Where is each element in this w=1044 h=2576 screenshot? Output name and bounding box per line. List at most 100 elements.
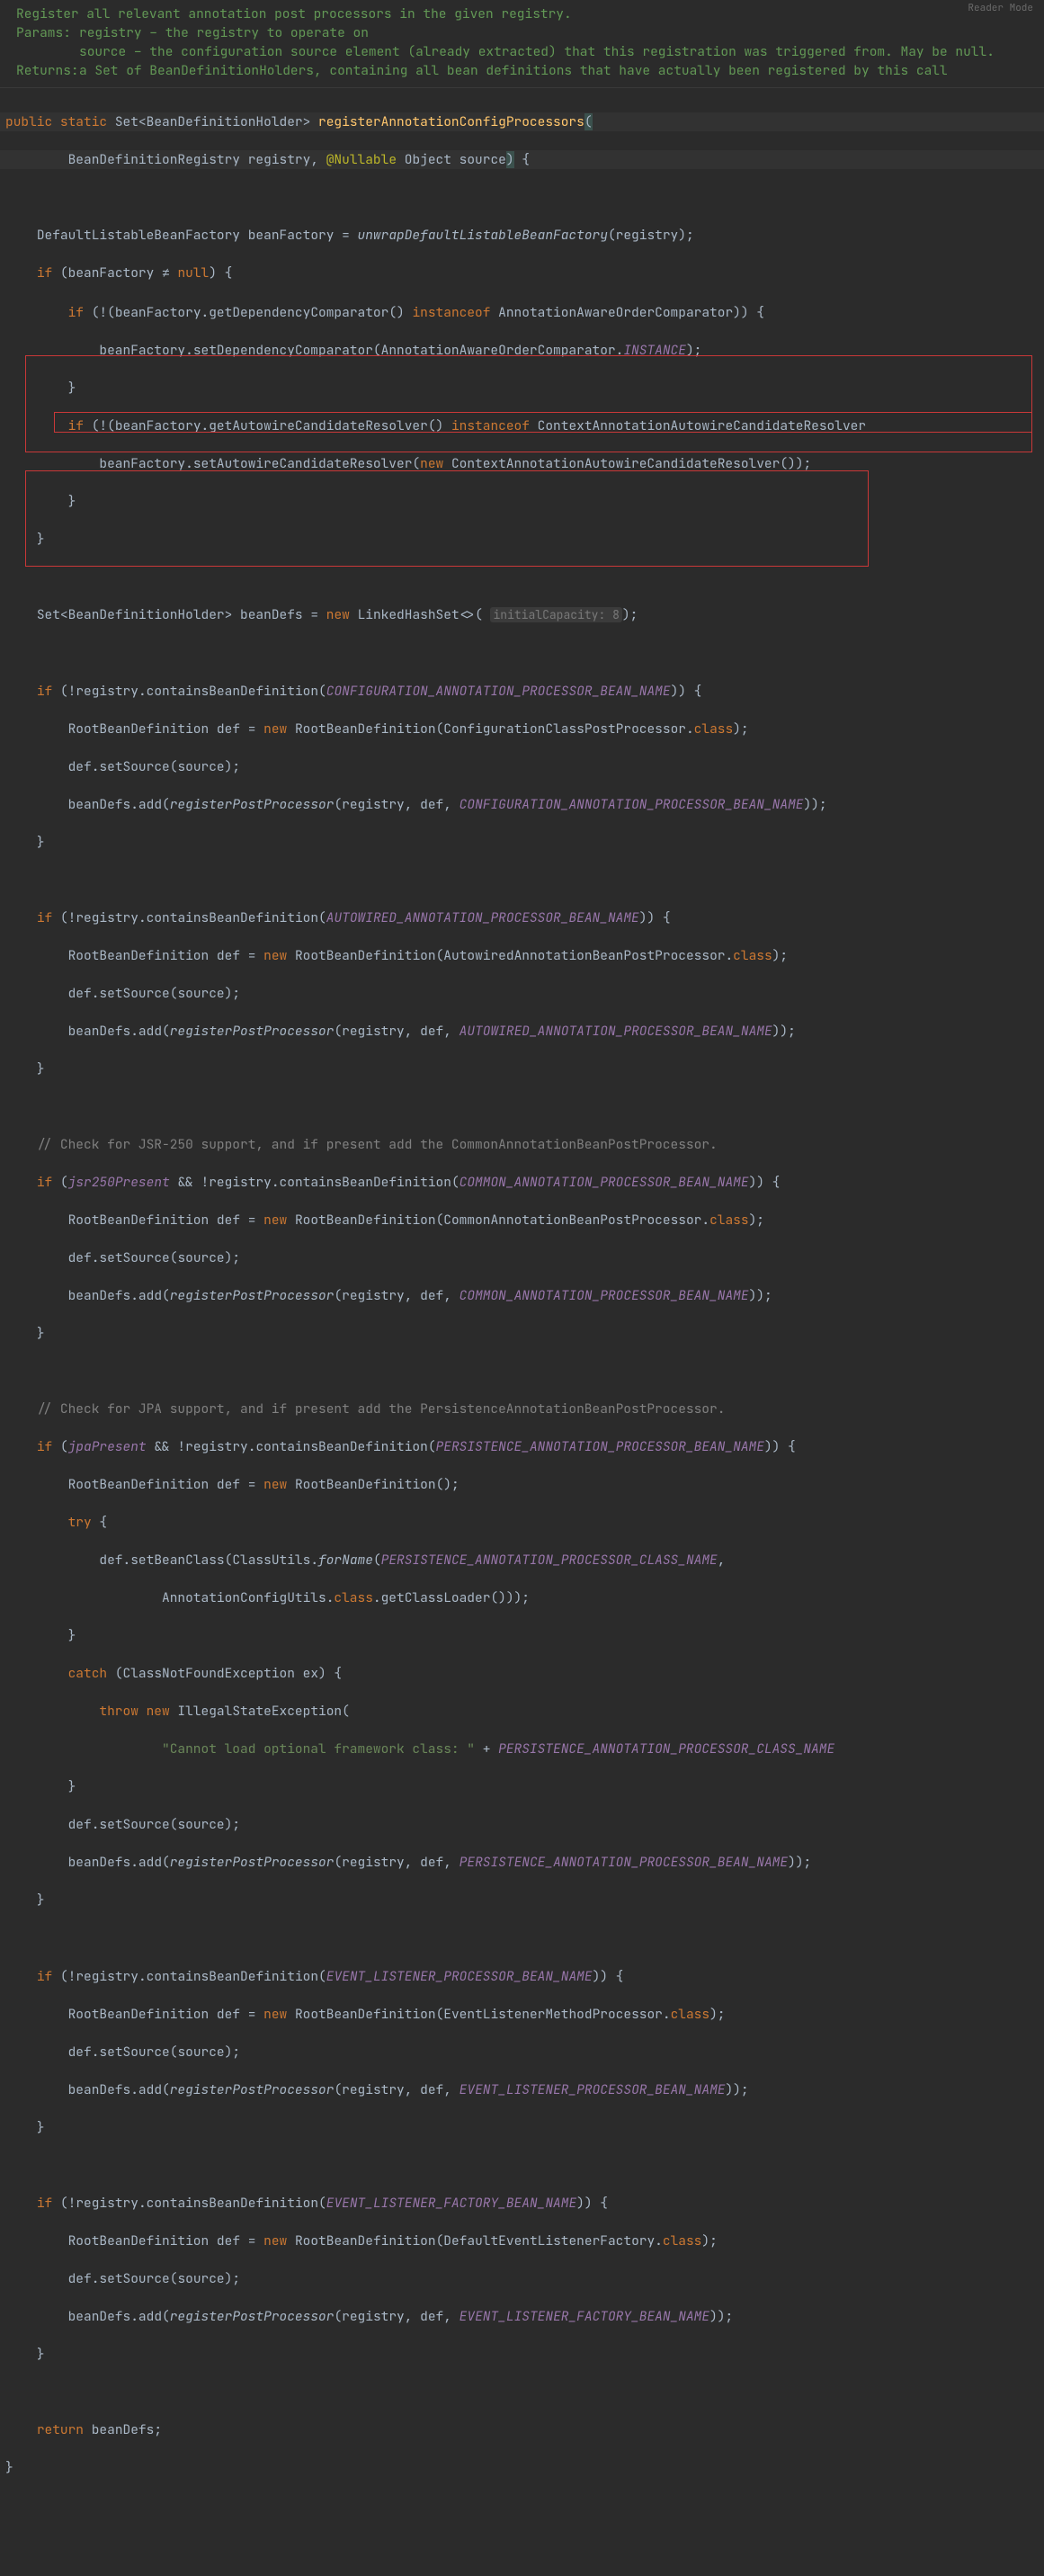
doc-returns-text: a Set of BeanDefinitionHolders, containi… <box>79 61 1028 80</box>
type-set: Set <box>115 113 138 130</box>
ref-bd: beanDefs <box>68 1023 131 1040</box>
type-rbd: RootBeanDefinition <box>68 1212 210 1229</box>
call-ss: setSource <box>99 2270 169 2287</box>
kw-null: null <box>177 264 209 282</box>
call-rpp: registerPostProcessor <box>170 2081 335 2098</box>
kw-new: new <box>326 606 350 623</box>
ref-def: def <box>420 1023 443 1040</box>
kw-if: if <box>37 1174 52 1191</box>
ref-src: source <box>177 2044 224 2061</box>
ref-src: source <box>177 758 224 775</box>
call-add: add <box>138 796 162 813</box>
call-cbd: containsBeanDefinition <box>147 683 318 700</box>
call-sdc: setDependencyComparator <box>193 342 373 359</box>
type-rbd2: RootBeanDefinition <box>295 1476 436 1493</box>
const-common2: COMMON_ANNOTATION_PROCESSOR_BEAN_NAME <box>460 1287 749 1304</box>
ref-src: source <box>177 985 224 1002</box>
type-registry: BeanDefinitionRegistry <box>68 151 240 168</box>
type-elmp: EventListenerMethodProcessor <box>443 2006 663 2023</box>
ref-reg: registry <box>76 909 138 926</box>
var-def: def <box>217 2006 240 2023</box>
call-cbd: containsBeanDefinition <box>255 1438 427 1455</box>
ref-bd: beanDefs <box>68 1854 131 1871</box>
const-common: COMMON_ANNOTATION_PROCESSOR_BEAN_NAME <box>460 1174 749 1191</box>
hint-ic: initialCapacity: <box>493 607 605 622</box>
ref-def: def <box>420 2308 443 2325</box>
type-rbd: RootBeanDefinition <box>68 720 210 738</box>
kw-class: class <box>709 1212 749 1229</box>
kw-throw: throw <box>99 1703 138 1720</box>
kw-if: if <box>37 909 52 926</box>
kw-return: return <box>37 2421 84 2438</box>
ref-def: def <box>68 1249 92 1266</box>
code-editor[interactable]: public static Set<BeanDefinitionHolder> … <box>0 88 1044 2576</box>
ref-reg: registry <box>76 2195 138 2212</box>
ref-bf: beanFactory <box>99 342 185 359</box>
ref-def: def <box>68 1816 92 1833</box>
call-forname: forName <box>318 1552 373 1569</box>
const-conf2: CONFIGURATION_ANNOTATION_PROCESSOR_BEAN_… <box>460 796 804 813</box>
neq-op: ≠ <box>162 267 170 282</box>
var-def: def <box>217 720 240 738</box>
type-rbd2: RootBeanDefinition <box>295 1212 436 1229</box>
call-sacr: setAutowireCandidateResolver <box>193 455 413 472</box>
ref-reg: registry <box>342 2081 405 2098</box>
kw-new: new <box>263 947 287 964</box>
var-def: def <box>217 1212 240 1229</box>
call-cbd: containsBeanDefinition <box>280 1174 451 1191</box>
const-pers: PERSISTENCE_ANNOTATION_PROCESSOR_BEAN_NA… <box>436 1438 764 1455</box>
doc-param-1: registry – the registry to operate on <box>79 23 1028 42</box>
ref-def: def <box>68 2044 92 2061</box>
comment-jsr250: // Check for JSR-250 support, and if pre… <box>37 1136 718 1153</box>
type-rbd: RootBeanDefinition <box>68 2006 210 2023</box>
call-add: add <box>138 1854 162 1871</box>
kw-if: if <box>68 304 84 321</box>
call-ss: setSource <box>99 985 169 1002</box>
kw-if: if <box>37 683 52 700</box>
ref-bd: beanDefs <box>68 2308 131 2325</box>
call-ss: setSource <box>99 1249 169 1266</box>
const-auto: AUTOWIRED_ANNOTATION_PROCESSOR_BEAN_NAME <box>326 909 639 926</box>
kw-class: class <box>694 720 734 738</box>
type-aabpp: AutowiredAnnotationBeanPostProcessor <box>443 947 725 964</box>
type-aaoc2: AnnotationAwareOrderComparator <box>381 342 616 359</box>
call-add: add <box>138 1287 162 1304</box>
ref-reg: registry <box>342 1287 405 1304</box>
kw-new: new <box>263 720 287 738</box>
hint-8: 8 <box>612 607 620 622</box>
kw-if: if <box>37 1438 52 1455</box>
var-def: def <box>217 1476 240 1493</box>
call-unwrap: unwrapDefaultListableBeanFactory <box>358 227 608 244</box>
call-cbd: containsBeanDefinition <box>147 1968 318 1985</box>
type-dlbf: DefaultListableBeanFactory <box>37 227 240 244</box>
call-gcl: getClassLoader <box>381 1589 491 1606</box>
const-perscn2: PERSISTENCE_ANNOTATION_PROCESSOR_CLASS_N… <box>498 1740 834 1758</box>
var-beanfactory: beanFactory <box>248 227 335 244</box>
call-gdc: getDependencyComparator <box>209 304 388 321</box>
const-elp2: EVENT_LISTENER_PROCESSOR_BEAN_NAME <box>460 2081 726 2098</box>
kw-instanceof: instanceof <box>412 304 490 321</box>
type-bdh: BeanDefinitionHolder <box>147 113 303 130</box>
type-object: Object <box>405 151 451 168</box>
ref-def: def <box>420 1854 443 1871</box>
var-jpa: jpaPresent <box>68 1438 147 1455</box>
ref-bf: beanFactory <box>99 455 185 472</box>
param-registry: registry <box>248 151 311 168</box>
kw-class: class <box>663 2232 702 2250</box>
kw-if: if <box>37 264 52 282</box>
annotation-nullable: @Nullable <box>326 151 397 168</box>
const-elf: EVENT_LISTENER_FACTORY_BEAN_NAME <box>326 2195 576 2212</box>
ref-def: def <box>420 1287 443 1304</box>
field-instance: INSTANCE <box>623 342 686 359</box>
call-add: add <box>138 2308 162 2325</box>
ref-bf: beanFactory <box>115 417 201 434</box>
doc-param-2: source – the configuration source elemen… <box>16 42 1028 61</box>
ref-bd: beanDefs <box>68 2081 131 2098</box>
type-rbd2: RootBeanDefinition <box>295 720 436 738</box>
const-perscn: PERSISTENCE_ANNOTATION_PROCESSOR_CLASS_N… <box>381 1552 718 1569</box>
reader-mode-label: Reader Mode <box>968 2 1033 16</box>
type-bdh2: BeanDefinitionHolder <box>68 606 225 623</box>
ref-def: def <box>68 985 92 1002</box>
type-cnfe: ClassNotFoundException <box>123 1665 295 1682</box>
highlight-box-1 <box>25 355 1032 452</box>
